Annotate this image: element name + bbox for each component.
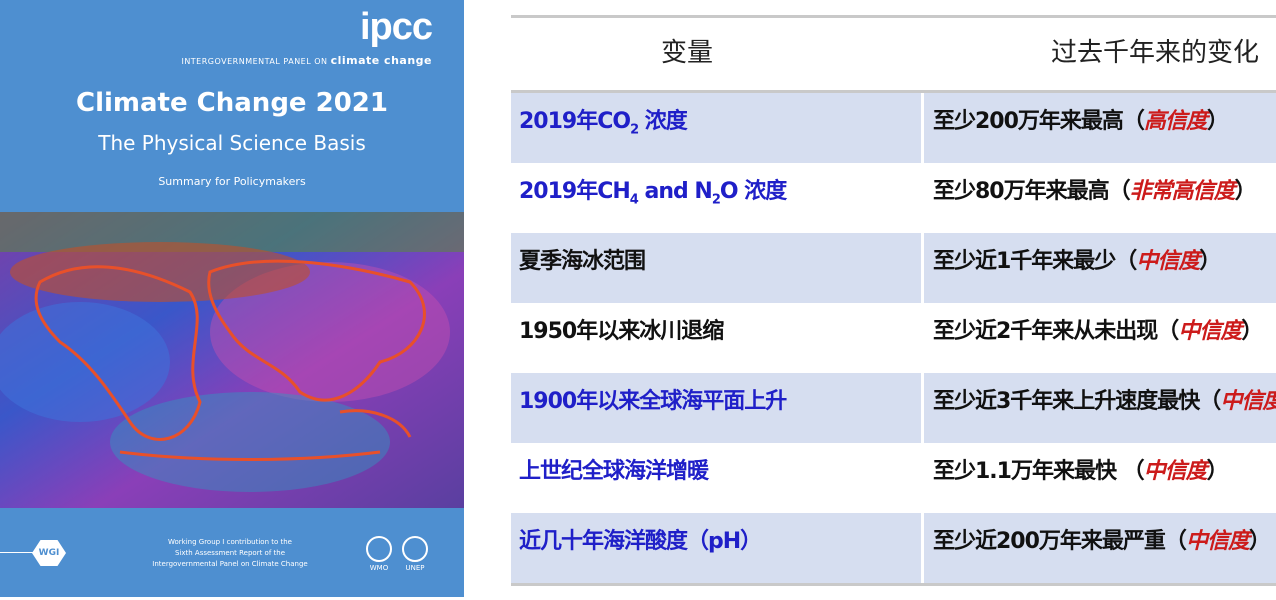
- variable-text: 2019年CO: [519, 109, 631, 134]
- variable-cell: 1900年以来全球海平面上升: [519, 373, 787, 431]
- change-text: 至少近1千年来最少（: [933, 249, 1137, 274]
- variable-text: 浓度: [638, 109, 688, 134]
- table-row: 2019年CO2 浓度 至少200万年来最高（高信度）: [511, 93, 1276, 163]
- subscript: 4: [629, 192, 639, 208]
- cover-title: Climate Change 2021: [76, 88, 388, 118]
- subscript: 2: [711, 192, 721, 208]
- change-cell: 至少近2千年来从未出现（中信度）: [933, 303, 1263, 361]
- contribution-line-1: Working Group I contribution to the: [168, 538, 292, 546]
- variable-cell: 上世纪全球海洋增暖: [519, 443, 709, 501]
- org-line-1: INTERGOVERNMENTAL PANEL ON: [181, 57, 331, 66]
- confidence-label: 非常高信度: [1129, 179, 1236, 204]
- change-text: 至少近200万年来最严重（: [933, 529, 1187, 554]
- variable-text: 夏季海冰范围: [519, 249, 646, 274]
- change-close: ）: [1199, 249, 1221, 274]
- variable-text: O 浓度: [719, 179, 787, 204]
- change-text: 至少近3千年来上升速度最快（: [933, 389, 1221, 414]
- confidence-label: 中信度: [1143, 459, 1208, 484]
- change-cell: 至少近1千年来最少（中信度）: [933, 233, 1221, 291]
- variable-text: and N: [637, 179, 713, 204]
- table-row: 近几十年海洋酸度（pH） 至少近200万年来最严重（中信度）: [511, 513, 1276, 583]
- variable-cell: 近几十年海洋酸度（pH）: [519, 513, 762, 571]
- wg-badge: WGI: [32, 540, 66, 566]
- change-text: 至少80万年来最高（: [933, 179, 1131, 204]
- header-change: 过去千年来的变化: [1051, 38, 1260, 68]
- change-cell: 至少近200万年来最严重（中信度）: [933, 513, 1271, 571]
- change-text: 至少近2千年来从未出现（: [933, 319, 1179, 344]
- unep-logo: UNEP: [398, 536, 432, 572]
- variable-cell: 2019年CH4 and N2O 浓度: [519, 163, 787, 229]
- change-cell: 至少80万年来最高（非常高信度）: [933, 163, 1257, 221]
- report-cover: ipcc INTERGOVERNMENTAL PANEL ON climate …: [0, 0, 464, 597]
- table-row: 夏季海冰范围 至少近1千年来最少（中信度）: [511, 233, 1276, 303]
- unep-emblem-icon: [402, 536, 428, 562]
- change-text: 至少1.1万年来最快 （: [933, 459, 1145, 484]
- column-divider: [921, 373, 924, 443]
- contribution-line-2: Sixth Assessment Report of the: [174, 549, 286, 557]
- confidence-label: 高信度: [1143, 109, 1208, 134]
- variable-text: 1950年以来冰川退缩: [519, 319, 724, 344]
- confidence-label: 中信度: [1136, 249, 1200, 274]
- confidence-label: 中信度: [1185, 529, 1250, 554]
- column-divider: [921, 303, 924, 373]
- variable-text: 2019年CH: [519, 179, 631, 204]
- unep-caption: UNEP: [405, 564, 425, 572]
- change-text: 至少200万年来最高（: [933, 109, 1145, 134]
- wmo-emblem-icon: [366, 536, 392, 562]
- variable-cell: 2019年CO2 浓度: [519, 93, 688, 159]
- confidence-label: 中信度: [1220, 389, 1276, 414]
- column-divider: [921, 443, 924, 513]
- wmo-logo: WMO: [364, 536, 394, 572]
- header-variable: 变量: [661, 38, 714, 68]
- change-close: ）: [1248, 529, 1271, 554]
- table-row: 1900年以来全球海平面上升 至少近3千年来上升速度最快（中信度）: [511, 373, 1276, 443]
- table-row: 上世纪全球海洋增暖 至少1.1万年来最快 （中信度）: [511, 443, 1276, 513]
- change-cell: 至少200万年来最高（高信度）: [933, 93, 1229, 151]
- table-bottom-rule: [511, 583, 1276, 586]
- column-divider: [921, 163, 924, 233]
- change-cell: 至少1.1万年来最快 （中信度）: [933, 443, 1229, 501]
- column-divider: [921, 513, 924, 583]
- table-row: 2019年CH4 and N2O 浓度 至少80万年来最高（非常高信度）: [511, 163, 1276, 233]
- change-close: ）: [1206, 109, 1229, 134]
- wmo-caption: WMO: [369, 564, 389, 572]
- change-close: ）: [1234, 179, 1257, 204]
- variable-cell: 1950年以来冰川退缩: [519, 303, 724, 361]
- variable-cell: 夏季海冰范围: [519, 233, 646, 291]
- variable-text: 1900年以来全球海平面上升: [519, 389, 787, 414]
- column-divider: [921, 233, 924, 303]
- variable-text: 上世纪全球海洋增暖: [519, 459, 709, 484]
- table-header: 变量 过去千年来的变化: [511, 18, 1276, 90]
- cover-spm-label: Summary for Policymakers: [158, 175, 306, 188]
- table-body: 2019年CO2 浓度 至少200万年来最高（高信度） 2019年CH4 and N…: [511, 93, 1276, 583]
- climate-map-image: [0, 212, 464, 508]
- org-line-2: climate change: [330, 54, 432, 67]
- variable-text: 近几十年海洋酸度（pH）: [519, 529, 762, 554]
- table-row: 1950年以来冰川退缩 至少近2千年来从未出现（中信度）: [511, 303, 1276, 373]
- ipcc-org-line: INTERGOVERNMENTAL PANEL ON climate chang…: [181, 54, 432, 67]
- change-close: ）: [1241, 319, 1263, 344]
- contribution-line-3: Intergovernmental Panel on Climate Chang…: [152, 560, 308, 568]
- subscript: 2: [630, 122, 639, 138]
- ipcc-logo: ipcc: [359, 6, 433, 48]
- contribution-text: Working Group I contribution to the Sixt…: [135, 537, 325, 570]
- climate-change-table: 变量 过去千年来的变化 2019年CO2 浓度 至少200万年来最高（高信度） 20…: [511, 15, 1276, 586]
- confidence-label: 中信度: [1178, 319, 1242, 344]
- column-divider: [921, 93, 924, 163]
- change-cell: 至少近3千年来上升速度最快（中信度）: [933, 373, 1276, 431]
- cover-subtitle: The Physical Science Basis: [98, 131, 366, 155]
- change-close: ）: [1206, 459, 1229, 484]
